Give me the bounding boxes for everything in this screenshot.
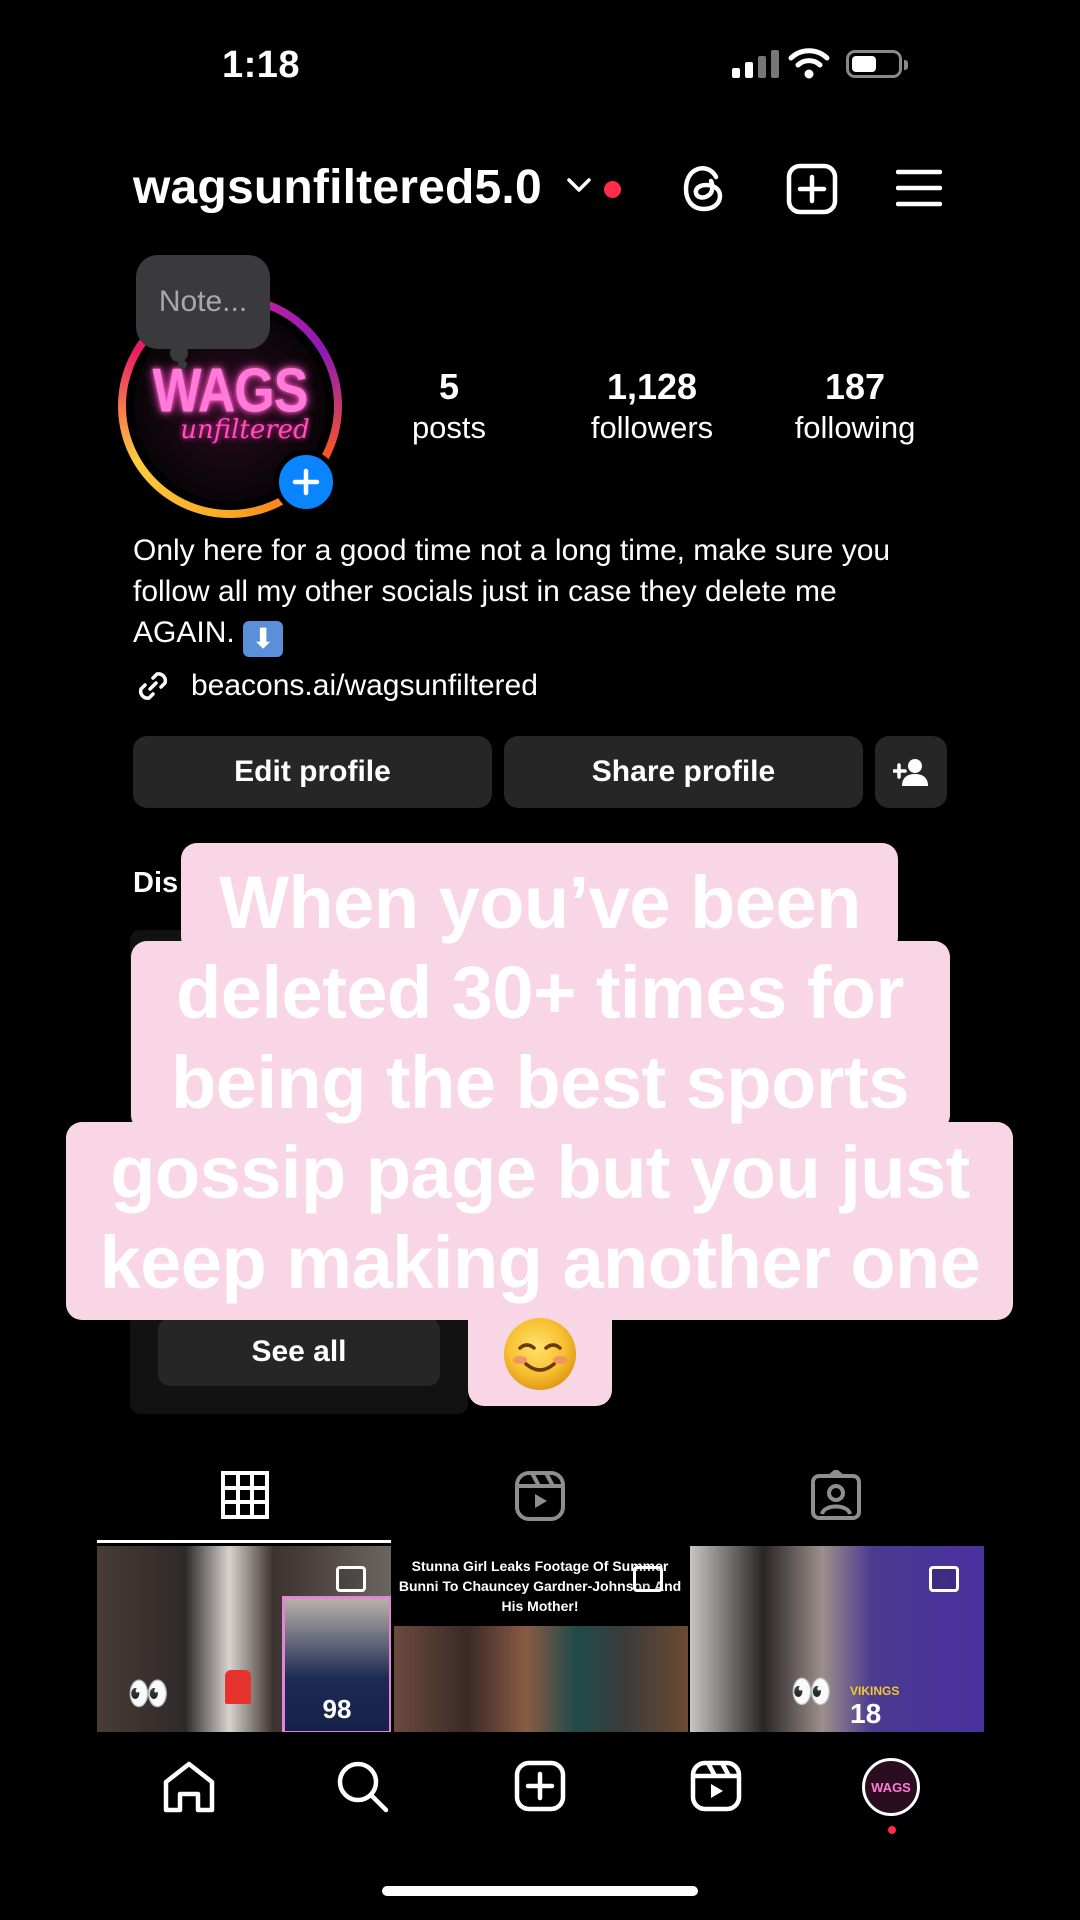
create-icon[interactable] bbox=[514, 1760, 566, 1812]
reels-icon[interactable] bbox=[690, 1760, 742, 1812]
eyes-emoji: 👀 bbox=[127, 1675, 170, 1713]
search-icon[interactable] bbox=[336, 1760, 390, 1814]
plus-icon bbox=[292, 468, 320, 496]
profile-link[interactable]: beacons.ai/wagsunfiltered bbox=[133, 666, 538, 706]
team-name-text: VIKINGS bbox=[850, 1684, 900, 1698]
home-indicator[interactable] bbox=[382, 1886, 698, 1896]
add-person-icon bbox=[893, 759, 928, 786]
overlay-caption: When you’ve been deleted 30+ times for b… bbox=[66, 858, 1014, 1308]
overlay-line: When you’ve been bbox=[219, 861, 861, 944]
chevron-down-icon[interactable] bbox=[566, 176, 592, 194]
avatar-logo-text: WAGS bbox=[152, 356, 309, 426]
discover-people-button[interactable] bbox=[875, 736, 947, 808]
stat-posts[interactable]: 5 posts bbox=[349, 366, 549, 446]
share-profile-button[interactable]: Share profile bbox=[504, 736, 863, 808]
profile-link-text: beacons.ai/wagsunfiltered bbox=[191, 669, 538, 702]
add-story-button[interactable] bbox=[274, 450, 338, 514]
carousel-icon bbox=[929, 1566, 959, 1592]
overlay-line: deleted 30+ times for bbox=[176, 951, 904, 1034]
tagged-tab-icon[interactable] bbox=[810, 1470, 862, 1522]
eyes-emoji: 👀 bbox=[790, 1673, 833, 1711]
stat-posts-label: posts bbox=[411, 410, 487, 445]
note-bubble-tail bbox=[170, 344, 188, 362]
stat-following-label: following bbox=[794, 410, 916, 445]
cellular-signal-icon bbox=[732, 50, 779, 78]
stat-following-value: 187 bbox=[824, 366, 886, 407]
siren-emoji bbox=[225, 1670, 251, 1704]
note-bubble[interactable]: Note... bbox=[136, 255, 270, 349]
battery-icon bbox=[846, 50, 908, 78]
smiling-face-emoji bbox=[504, 1318, 576, 1390]
create-post-icon[interactable] bbox=[786, 163, 838, 215]
overlay-line: keep making another one bbox=[99, 1221, 981, 1304]
status-time: 1:18 bbox=[222, 44, 301, 86]
stat-followers-value: 1,128 bbox=[606, 366, 698, 407]
overlay-line: being the best sports bbox=[171, 1041, 909, 1124]
stat-followers[interactable]: 1,128 followers bbox=[552, 366, 752, 446]
profile-nav-avatar-text: WAGS bbox=[871, 1779, 911, 1795]
active-tab-indicator bbox=[97, 1540, 391, 1543]
grid-tab-icon[interactable] bbox=[220, 1470, 270, 1520]
edit-profile-button[interactable]: Edit profile bbox=[133, 736, 492, 808]
note-bubble-tail-small bbox=[178, 360, 187, 369]
profile-nav-avatar[interactable]: WAGS bbox=[862, 1758, 920, 1816]
reels-tab-icon[interactable] bbox=[514, 1470, 566, 1522]
profile-bio: Only here for a good time not a long tim… bbox=[133, 530, 933, 657]
wifi-icon bbox=[788, 48, 830, 79]
stat-followers-label: followers bbox=[590, 410, 714, 445]
overlay-line: gossip page but you just bbox=[110, 1131, 970, 1214]
stat-posts-value: 5 bbox=[438, 366, 460, 407]
home-icon[interactable] bbox=[162, 1760, 216, 1814]
carousel-icon bbox=[633, 1566, 663, 1592]
menu-icon[interactable] bbox=[896, 168, 942, 208]
down-arrow-emoji: ⬇ bbox=[243, 621, 284, 657]
stat-following[interactable]: 187 following bbox=[755, 366, 955, 446]
post-inset-photo: 98 bbox=[282, 1596, 391, 1732]
profile-notification-dot bbox=[888, 1826, 896, 1834]
notification-dot bbox=[604, 181, 621, 198]
see-all-button[interactable]: See all bbox=[158, 1318, 440, 1386]
jersey-number: 98 bbox=[322, 1694, 352, 1724]
carousel-icon bbox=[336, 1566, 366, 1592]
jersey-number: 18 bbox=[850, 1698, 882, 1729]
threads-icon[interactable] bbox=[680, 163, 728, 215]
account-username[interactable]: wagsunfiltered5.0 bbox=[133, 160, 542, 215]
link-icon bbox=[138, 672, 168, 700]
